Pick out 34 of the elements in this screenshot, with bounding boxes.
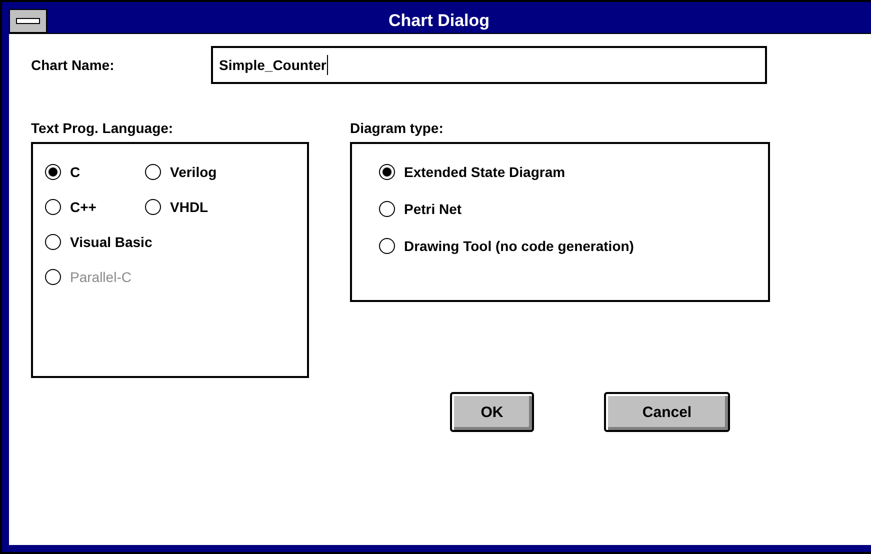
radio-button[interactable] — [379, 201, 395, 217]
option-label: Verilog — [170, 164, 217, 180]
option-label: Visual Basic — [70, 234, 152, 250]
option-label: Parallel-C — [70, 269, 132, 285]
radio-button[interactable] — [45, 234, 61, 250]
radio-option[interactable]: C — [45, 164, 145, 180]
system-menu-button[interactable] — [9, 9, 47, 33]
radio-option[interactable]: Drawing Tool (no code generation) — [379, 238, 768, 254]
window-title: Chart Dialog — [387, 11, 491, 31]
chart-name-field[interactable]: Simple_Counter — [211, 46, 767, 84]
group-label: Text Prog. Language: — [31, 120, 174, 138]
radio-option[interactable]: Verilog — [145, 164, 245, 180]
option-label: Drawing Tool (no code generation) — [404, 238, 634, 254]
radio-button[interactable] — [379, 164, 395, 180]
radio-option[interactable]: C++ — [45, 199, 145, 215]
radio-button[interactable] — [45, 164, 61, 180]
dialog-button[interactable]: OK — [450, 392, 534, 432]
option-label: Extended State Diagram — [404, 164, 566, 180]
radio-option[interactable]: Petri Net — [379, 201, 768, 217]
radio-option[interactable]: Visual Basic — [45, 234, 152, 250]
group-label: Diagram type: — [350, 120, 444, 138]
field-value: Simple_Counter — [219, 57, 326, 73]
radio-button[interactable] — [145, 164, 161, 180]
radio-option[interactable]: Extended State Diagram — [379, 164, 768, 180]
radio-option[interactable]: VHDL — [145, 199, 245, 215]
option-label: VHDL — [170, 199, 208, 215]
option-label: C++ — [70, 199, 96, 215]
field-label: Chart Name: — [31, 57, 116, 73]
radio-button[interactable] — [145, 199, 161, 215]
radio-button[interactable] — [379, 238, 395, 254]
option-label: Petri Net — [404, 201, 462, 217]
option-label: C — [70, 164, 80, 180]
radio-button[interactable] — [45, 199, 61, 215]
dialog-button[interactable]: Cancel — [604, 392, 730, 432]
